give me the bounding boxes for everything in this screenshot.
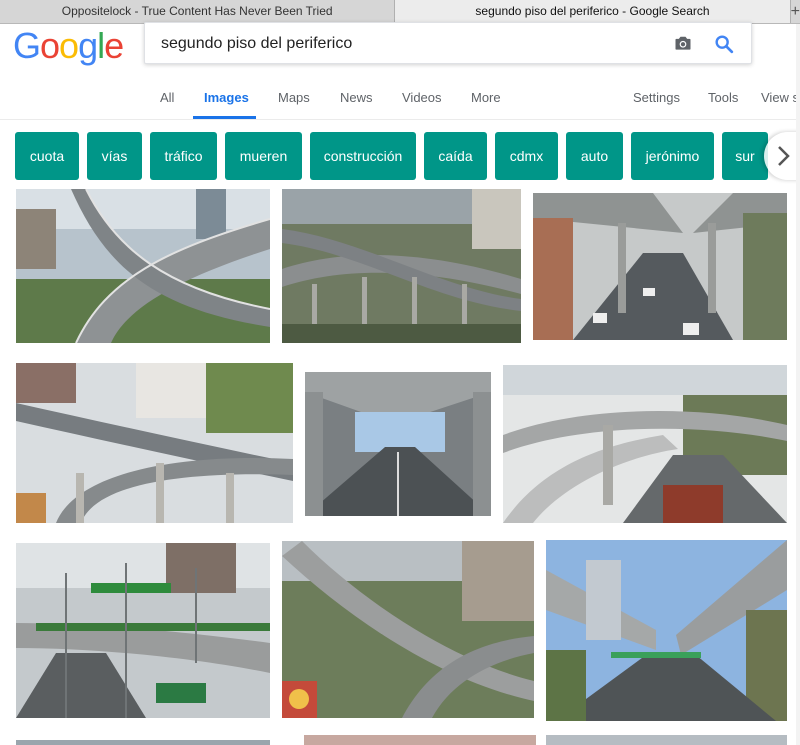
tab-news[interactable]: News	[340, 90, 373, 105]
related-chips: cuota vías tráfico mueren construcción c…	[0, 132, 800, 180]
chip-vias[interactable]: vías	[87, 132, 142, 180]
tab-videos[interactable]: Videos	[402, 90, 442, 105]
logo-letter: o	[40, 25, 60, 66]
browser-tab-bar: Oppositelock - True Content Has Never Be…	[0, 0, 800, 24]
chip-mueren[interactable]: mueren	[225, 132, 302, 180]
nav-divider	[0, 119, 800, 120]
chip-cdmx[interactable]: cdmx	[495, 132, 558, 180]
chip-sur[interactable]: sur	[722, 132, 768, 180]
chips-next-button[interactable]	[764, 132, 800, 180]
result-image-12[interactable]	[546, 735, 787, 745]
chip-jeronimo[interactable]: jerónimo	[631, 132, 714, 180]
browser-tab-google-search[interactable]: segundo piso del periferico - Google Sea…	[395, 0, 791, 23]
logo-letter: G	[13, 25, 41, 66]
logo-letter: g	[78, 25, 98, 66]
chip-caida[interactable]: caída	[424, 132, 487, 180]
search-icon[interactable]	[713, 33, 735, 55]
result-image-9[interactable]	[546, 540, 787, 721]
highway-photo	[16, 189, 270, 343]
result-image-11[interactable]	[304, 735, 536, 745]
view-saved-link[interactable]: View s	[761, 90, 799, 105]
logo-letter: o	[59, 25, 79, 66]
tab-more[interactable]: More	[471, 90, 501, 105]
result-image-2[interactable]	[282, 189, 521, 343]
google-logo[interactable]: Google	[13, 25, 124, 66]
settings-link[interactable]: Settings	[633, 90, 680, 105]
result-image-5[interactable]	[305, 372, 491, 516]
highway-photo	[533, 193, 787, 340]
highway-photo	[503, 365, 787, 523]
search-nav: All Images Maps News Videos More Setting…	[0, 90, 800, 119]
chip-cuota[interactable]: cuota	[15, 132, 79, 180]
highway-photo	[282, 541, 534, 718]
highway-photo	[305, 372, 491, 516]
result-image-1[interactable]	[16, 189, 270, 343]
browser-tab-oppositelock[interactable]: Oppositelock - True Content Has Never Be…	[0, 0, 396, 23]
new-tab-button[interactable]: +	[791, 0, 800, 23]
tools-link[interactable]: Tools	[708, 90, 738, 105]
page-scrollbar[interactable]	[796, 24, 800, 745]
chevron-right-icon	[778, 146, 790, 166]
search-input[interactable]	[159, 30, 663, 58]
highway-photo	[282, 189, 521, 343]
tab-maps[interactable]: Maps	[278, 90, 310, 105]
result-image-3[interactable]	[533, 193, 787, 340]
highway-photo	[546, 540, 787, 721]
result-image-7[interactable]	[16, 543, 270, 718]
camera-icon[interactable]	[673, 33, 693, 53]
result-image-8[interactable]	[282, 541, 534, 718]
tab-all[interactable]: All	[160, 90, 174, 105]
logo-letter: e	[104, 25, 124, 66]
chip-construccion[interactable]: construcción	[310, 132, 416, 180]
highway-photo	[16, 543, 270, 718]
logo-letter: l	[97, 25, 105, 66]
chip-auto[interactable]: auto	[566, 132, 623, 180]
result-image-4[interactable]	[16, 363, 293, 523]
highway-photo	[16, 363, 293, 523]
result-image-10[interactable]	[16, 740, 270, 745]
search-box	[144, 22, 752, 64]
tab-images[interactable]: Images	[204, 90, 249, 105]
chip-trafico[interactable]: tráfico	[150, 132, 217, 180]
result-image-6[interactable]	[503, 365, 787, 523]
